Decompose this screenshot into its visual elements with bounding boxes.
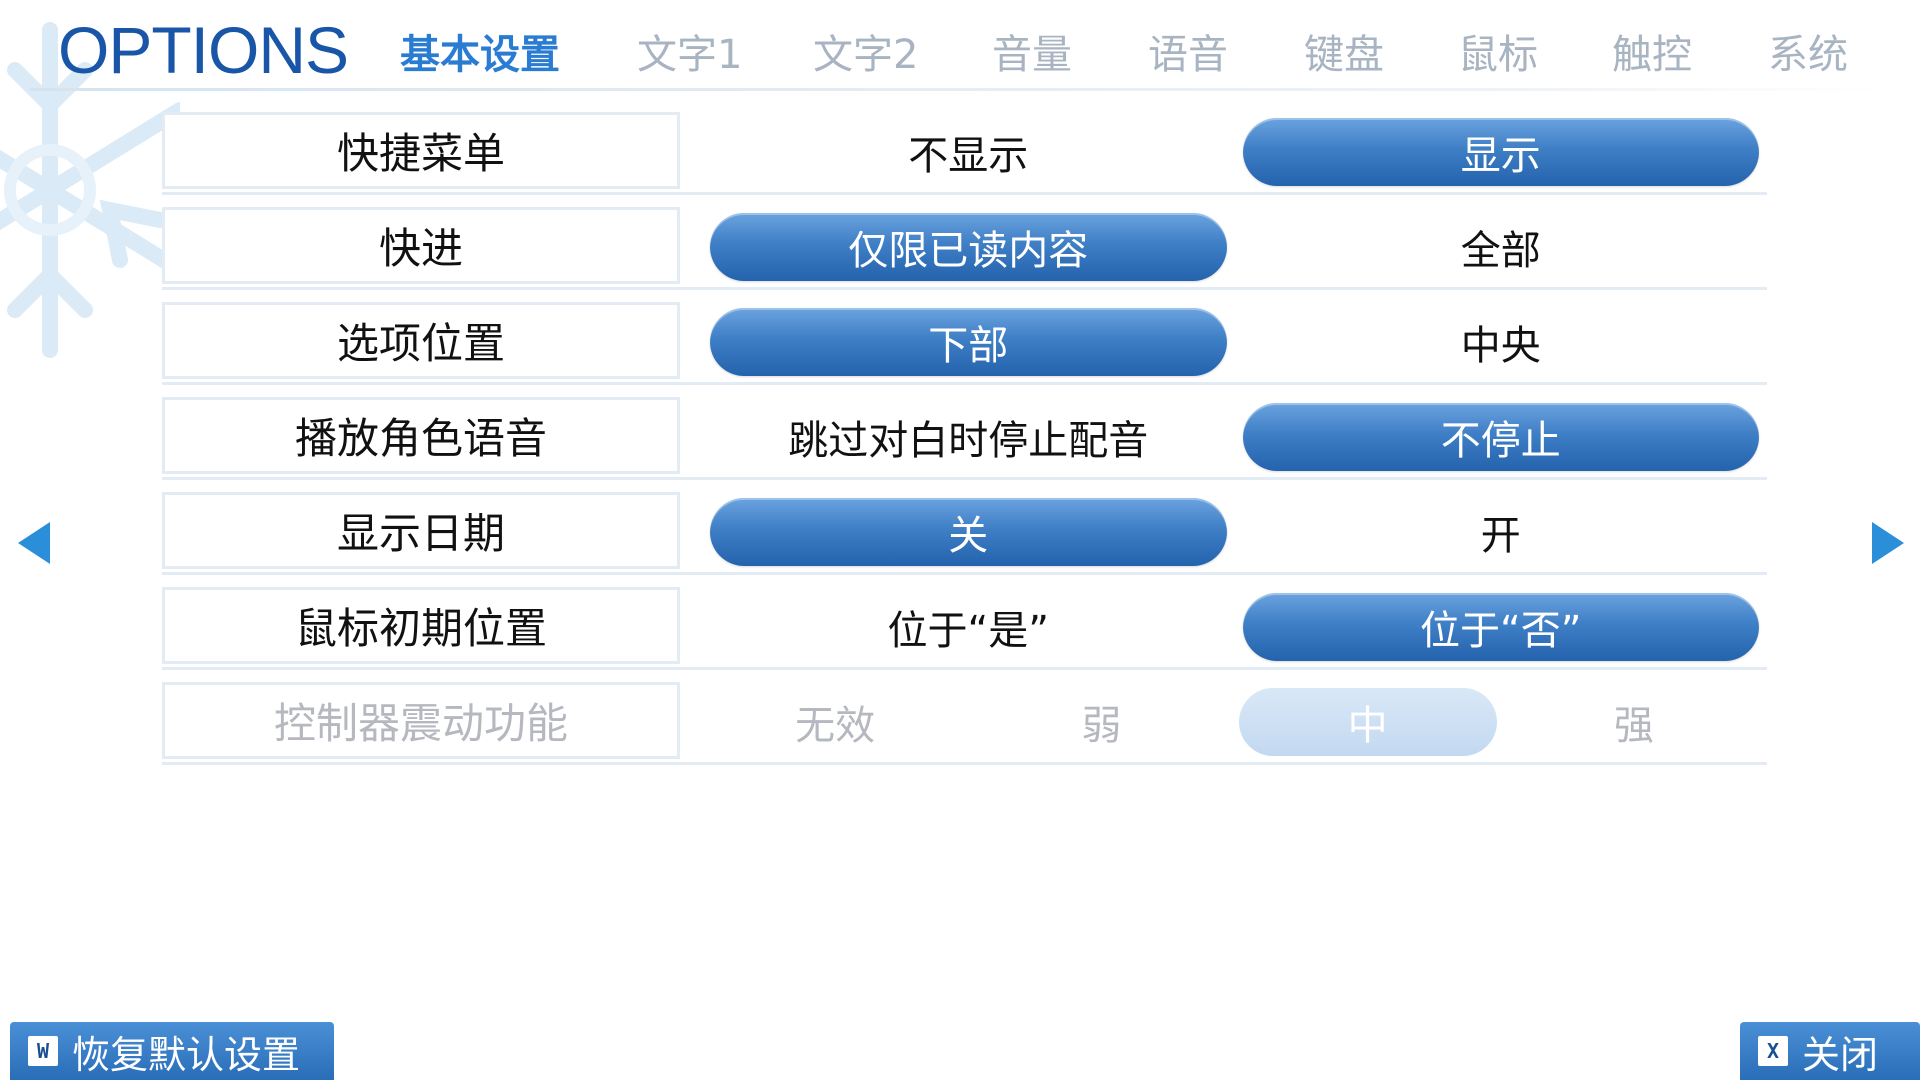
setting-option[interactable]: 跳过对白时停止配音 bbox=[710, 403, 1227, 471]
setting-option[interactable]: 仅限已读内容 bbox=[710, 213, 1227, 281]
tab-8[interactable]: 系统 bbox=[1768, 22, 1848, 80]
header: OPTIONS 基本设置 文字1 文字2 音量 语音 键盘 鼠标 触控 系统 bbox=[0, 0, 1920, 95]
setting-row: 播放角色语音 跳过对白时停止配音 不停止 bbox=[162, 397, 1767, 480]
x-key-icon: X bbox=[1758, 1036, 1788, 1066]
setting-label: 鼠标初期位置 bbox=[162, 587, 680, 664]
setting-row: 快捷菜单 不显示 显示 bbox=[162, 112, 1767, 195]
setting-option[interactable]: 中央 bbox=[1243, 308, 1760, 376]
setting-row: 选项位置 下部 中央 bbox=[162, 302, 1767, 385]
setting-row: 快进 仅限已读内容 全部 bbox=[162, 207, 1767, 290]
setting-option: 中 bbox=[1238, 688, 1497, 756]
close-button[interactable]: X 关闭 bbox=[1740, 1022, 1920, 1080]
setting-option[interactable]: 位于“是” bbox=[710, 593, 1227, 661]
tab-7[interactable]: 触控 bbox=[1612, 22, 1692, 80]
setting-label: 选项位置 bbox=[162, 302, 680, 379]
tab-2[interactable]: 文字2 bbox=[813, 22, 918, 80]
setting-label: 播放角色语音 bbox=[162, 397, 680, 474]
tab-3[interactable]: 音量 bbox=[992, 22, 1072, 80]
setting-option: 弱 bbox=[1081, 703, 1122, 749]
reset-defaults-label: 恢复默认设置 bbox=[72, 1032, 301, 1077]
setting-row: 控制器震动功能 无效 弱 中 强 bbox=[162, 682, 1767, 765]
setting-label: 控制器震动功能 bbox=[162, 682, 680, 759]
setting-option[interactable]: 下部 bbox=[710, 308, 1227, 376]
header-divider bbox=[30, 88, 1890, 91]
tab-6[interactable]: 鼠标 bbox=[1458, 22, 1538, 80]
setting-option[interactable]: 开 bbox=[1243, 498, 1760, 566]
tab-1[interactable]: 文字1 bbox=[637, 22, 742, 80]
tab-4[interactable]: 语音 bbox=[1148, 22, 1228, 80]
setting-option[interactable]: 全部 bbox=[1243, 213, 1760, 281]
w-key-icon: W bbox=[28, 1036, 58, 1066]
prev-page-arrow-icon[interactable] bbox=[14, 518, 54, 568]
setting-option[interactable]: 关 bbox=[710, 498, 1227, 566]
page-title: OPTIONS bbox=[58, 13, 349, 87]
setting-label: 快进 bbox=[162, 207, 680, 284]
setting-row: 显示日期关开 bbox=[162, 492, 1767, 575]
reset-defaults-button[interactable]: W 恢复默认设置 bbox=[10, 1022, 334, 1080]
setting-label: 快捷菜单 bbox=[162, 112, 680, 189]
tab-0[interactable]: 基本设置 bbox=[400, 22, 560, 80]
close-label: 关闭 bbox=[1802, 1032, 1879, 1077]
setting-option: 强 bbox=[1613, 703, 1654, 749]
setting-label: 显示日期 bbox=[162, 492, 680, 569]
setting-option[interactable]: 位于“否” bbox=[1242, 593, 1759, 661]
setting-option[interactable]: 不停止 bbox=[1242, 403, 1759, 471]
setting-option[interactable]: 显示 bbox=[1242, 118, 1759, 186]
setting-option: 无效 bbox=[795, 703, 876, 749]
next-page-arrow-icon[interactable] bbox=[1868, 518, 1908, 568]
tab-5[interactable]: 键盘 bbox=[1304, 22, 1384, 80]
setting-option[interactable]: 不显示 bbox=[710, 118, 1227, 186]
setting-row: 鼠标初期位置 位于“是” 位于“否” bbox=[162, 587, 1767, 670]
